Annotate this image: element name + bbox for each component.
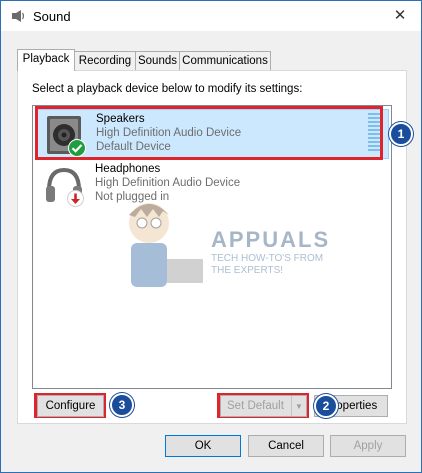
ok-button[interactable]: OK	[165, 435, 241, 457]
sound-dialog: Sound ✕ Playback Recording Sounds Commun…	[0, 0, 422, 473]
close-button[interactable]: ✕	[389, 5, 411, 27]
red-down-arrow-icon	[67, 190, 84, 207]
close-icon: ✕	[393, 7, 407, 24]
apply-button[interactable]: Apply	[330, 435, 406, 457]
device-name: Headphones	[95, 163, 161, 175]
callout-2-badge: 2	[314, 394, 338, 418]
watermark-title: APPUALS	[211, 227, 331, 252]
set-default-label: Set Default	[227, 400, 284, 412]
callout-1-badge: 1	[389, 122, 413, 146]
title-bar: Sound ✕	[1, 1, 421, 31]
speaker-title-icon	[12, 10, 25, 22]
tab-communications[interactable]: Communications	[179, 51, 271, 70]
instruction-text: Select a playback device below to modify…	[32, 83, 303, 95]
window-title: Sound	[33, 9, 71, 24]
device-description: High Definition Audio Device	[95, 177, 241, 189]
speakers-highlight-box	[35, 106, 383, 160]
callout-3-badge: 3	[110, 393, 134, 417]
tab-sounds[interactable]: Sounds	[135, 51, 180, 70]
watermark-tagline-1: TECH HOW-TO'S FROM	[211, 253, 324, 264]
watermark-tagline-2: THE EXPERTS!	[211, 265, 284, 276]
chevron-down-icon[interactable]: ▼	[291, 396, 306, 416]
cancel-button[interactable]: Cancel	[248, 435, 324, 457]
set-default-button[interactable]: Set Default ▼	[220, 395, 307, 417]
tab-playback[interactable]: Playback	[17, 49, 75, 71]
tab-recording[interactable]: Recording	[74, 51, 136, 70]
configure-button[interactable]: Configure	[37, 395, 104, 417]
